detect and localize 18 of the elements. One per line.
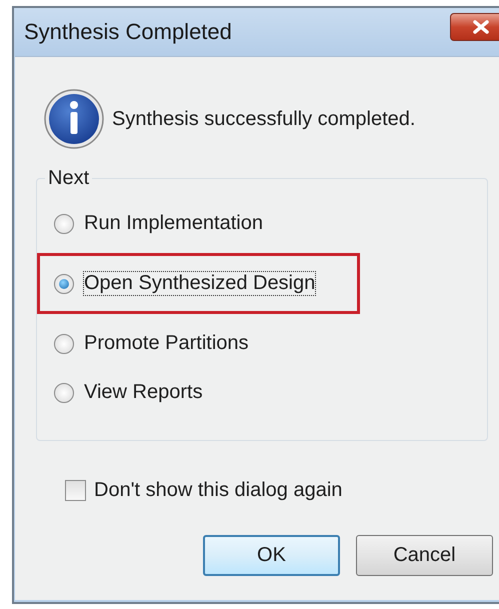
group-title: Next [47,167,90,190]
radio-option[interactable]: Open Synthesized Design [54,272,357,295]
radio-button[interactable] [54,334,74,354]
information-icon [44,89,104,149]
dialog-button[interactable]: Cancel [356,535,493,576]
window-title: Synthesis Completed [24,19,232,45]
close-button[interactable] [450,13,499,41]
radio-button[interactable] [54,382,74,402]
message-text: Synthesis successfully completed. [112,108,416,130]
radio-option[interactable]: Promote Partitions [54,332,357,355]
radio-option[interactable]: View Reports [54,381,357,404]
dialog-button[interactable]: OK [203,535,340,576]
radio-option[interactable]: Run Implementation [54,212,357,235]
radio-button[interactable] [54,214,74,234]
radio-button[interactable] [54,274,74,294]
checkbox[interactable] [65,480,86,501]
checkbox-option[interactable]: Don't show this dialog again [65,479,499,502]
close-icon [472,20,490,34]
